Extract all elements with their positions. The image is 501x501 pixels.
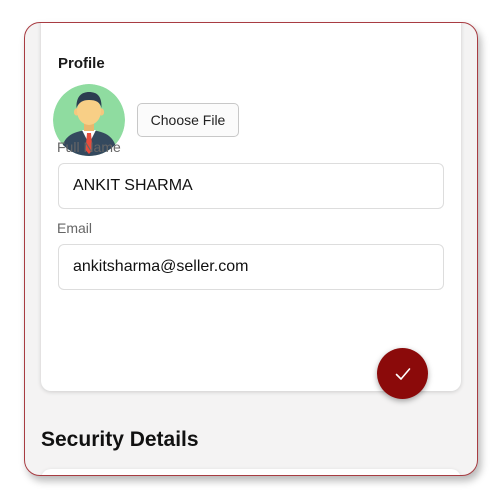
choose-file-button[interactable]: Choose File [137, 103, 239, 137]
email-label: Email [57, 220, 93, 236]
security-details-title: Security Details [41, 428, 199, 451]
checkmark-icon [395, 367, 410, 380]
app-frame: Profile Choose File Full Name ANKIT SHAR… [24, 22, 478, 476]
email-input[interactable] [58, 244, 444, 290]
profile-section-label: Profile [58, 55, 105, 72]
security-card [41, 469, 461, 475]
full-name-input[interactable] [58, 163, 444, 209]
full-name-label: Full Name [57, 139, 121, 155]
save-profile-button[interactable] [377, 348, 428, 399]
profile-card: Profile Choose File Full Name ANKIT SHAR… [41, 23, 461, 391]
